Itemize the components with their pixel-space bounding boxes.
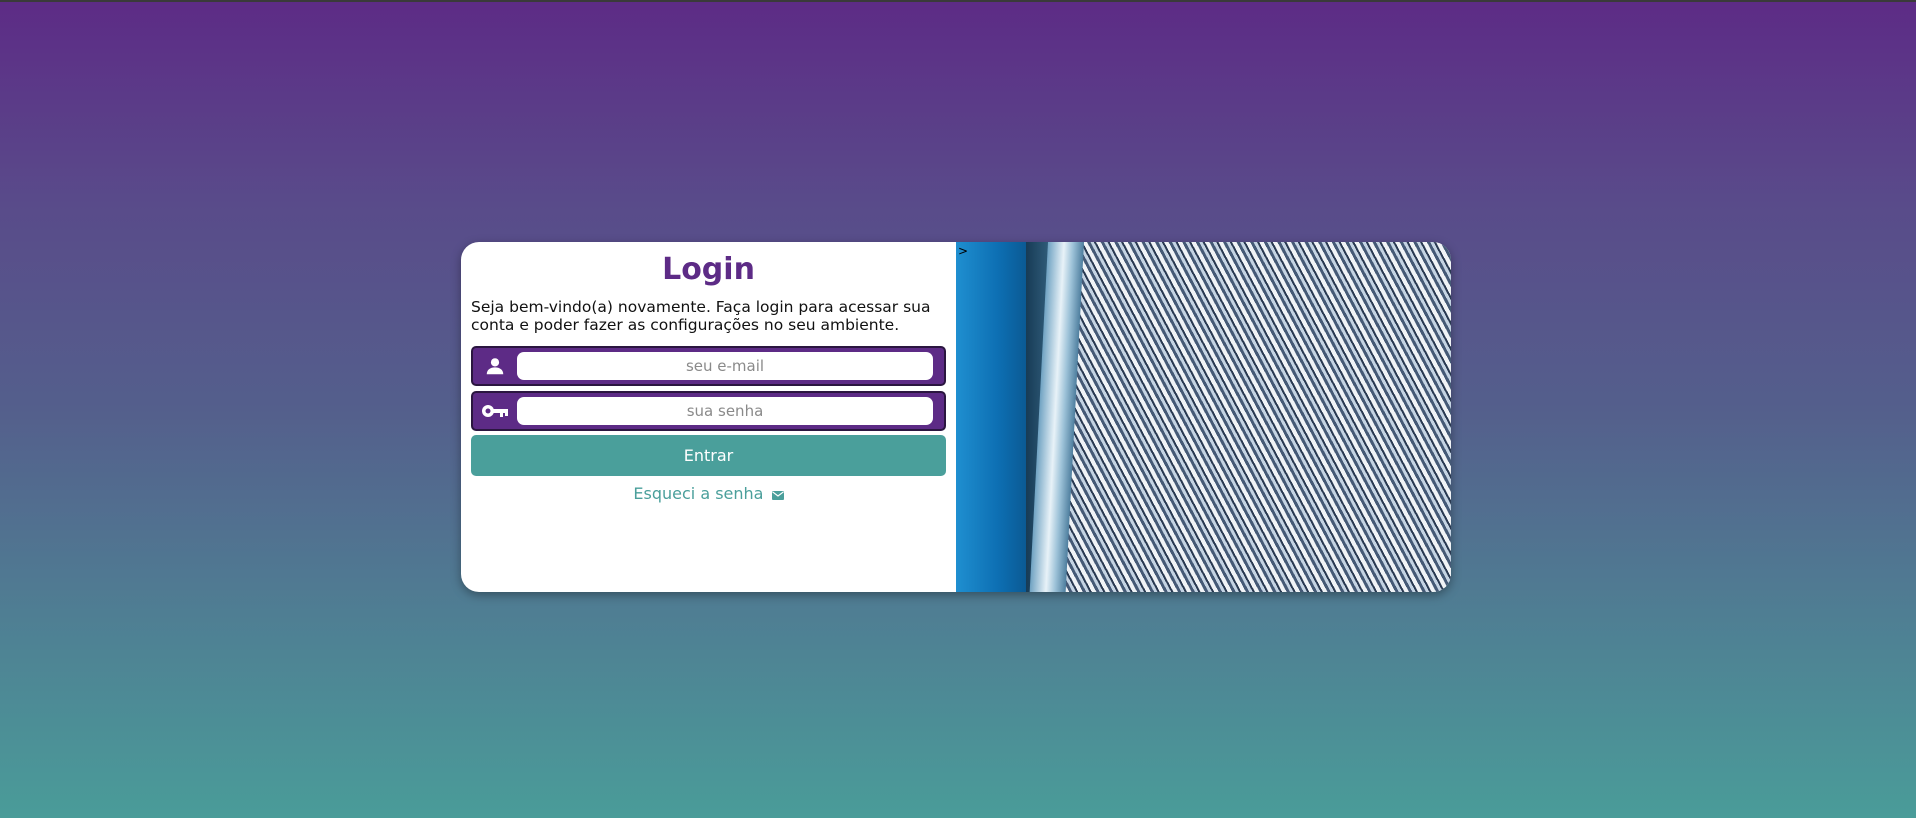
login-card: Login Seja bem-vindo(a) novamente. Faça … [461,242,1451,592]
key-icon [481,399,509,423]
password-input[interactable] [517,397,933,425]
stray-text: > [958,244,969,258]
email-field-group [471,346,946,386]
login-form: Login Seja bem-vindo(a) novamente. Faça … [461,242,956,592]
submit-button[interactable]: Entrar [471,435,946,476]
user-icon [481,354,509,378]
image-glass-wall [956,242,1026,592]
mail-icon [771,485,784,505]
welcome-text: Seja bem-vindo(a) novamente. Faça login … [471,298,931,334]
building-image: > [956,242,1451,592]
password-field-group [471,391,946,431]
top-border [0,0,1916,2]
forgot-password-label: Esqueci a senha [633,484,764,503]
page-title: Login [662,252,755,287]
email-input[interactable] [517,352,933,380]
forgot-password-link[interactable]: Esqueci a senha [461,484,956,505]
